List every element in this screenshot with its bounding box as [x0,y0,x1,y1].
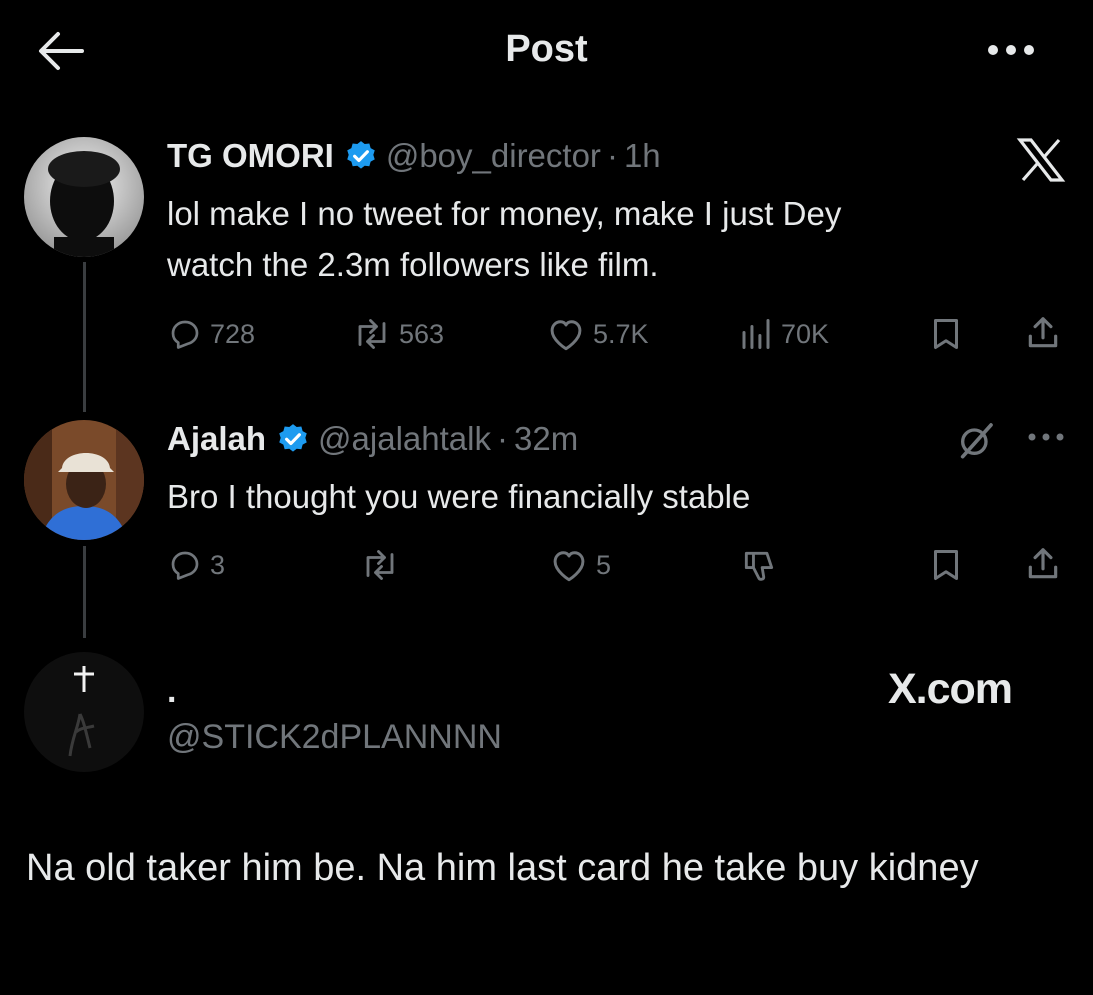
tweet-header: Ajalah @ajalahtalk · 32m [167,420,579,458]
avatar[interactable] [24,652,144,772]
tweet-header: TG OMORI @boy_director · 1h [167,137,661,175]
author-name[interactable]: Ajalah [167,420,266,458]
avatar[interactable] [24,137,144,257]
retweet-icon [366,550,394,580]
verified-icon [344,139,378,173]
page-title: Post [505,28,588,70]
retweet-icon [358,319,386,349]
timestamp[interactable]: 32m [514,420,578,458]
reply-button[interactable]: 3 [167,547,225,583]
bookmark-icon [934,319,958,349]
x-logo-icon [1016,138,1066,182]
tweet-text: lol make I no tweet for money, make I ju… [167,195,842,283]
like-icon [553,551,585,582]
reply-icon [171,320,199,349]
tweet-text: Bro I thought you were financially stabl… [167,478,751,515]
author-handle[interactable]: @boy_director [386,137,601,175]
reply-icon [171,551,199,580]
author-name[interactable]: TG OMORI [167,137,334,175]
post-text: Na old taker him be. Na him last card he… [26,847,979,889]
bookmark-button[interactable] [929,547,963,583]
verified-icon [276,422,310,456]
views-button[interactable]: 70K [738,316,829,352]
share-icon [1028,317,1058,348]
more-icon[interactable] [985,40,1037,60]
grok-icon[interactable] [956,420,996,460]
author-handle[interactable]: @STICK2dPLANNNN [167,718,502,757]
downvote-icon [744,551,774,581]
thread-line [83,546,86,638]
more-icon[interactable] [1026,430,1066,444]
watermark: X.com [888,665,1013,713]
bookmark-icon [934,550,958,580]
like-button[interactable]: 5 [549,547,611,583]
author-handle[interactable]: @ajalahtalk [318,420,491,458]
like-button[interactable]: 5.7K [546,316,649,352]
share-button[interactable] [1024,545,1062,583]
reply-button[interactable]: 728 [167,316,255,352]
share-icon [1028,548,1058,579]
views-icon [742,319,770,349]
share-button[interactable] [1024,314,1062,352]
author-name[interactable]: . [167,672,176,711]
bookmark-button[interactable] [929,316,963,352]
retweet-button[interactable]: 563 [352,316,444,352]
thread-line [83,262,86,412]
downvote-button[interactable] [740,547,778,585]
like-icon [550,320,582,351]
avatar[interactable] [24,420,144,540]
timestamp[interactable]: 1h [624,137,661,175]
retweet-button[interactable] [360,547,400,583]
